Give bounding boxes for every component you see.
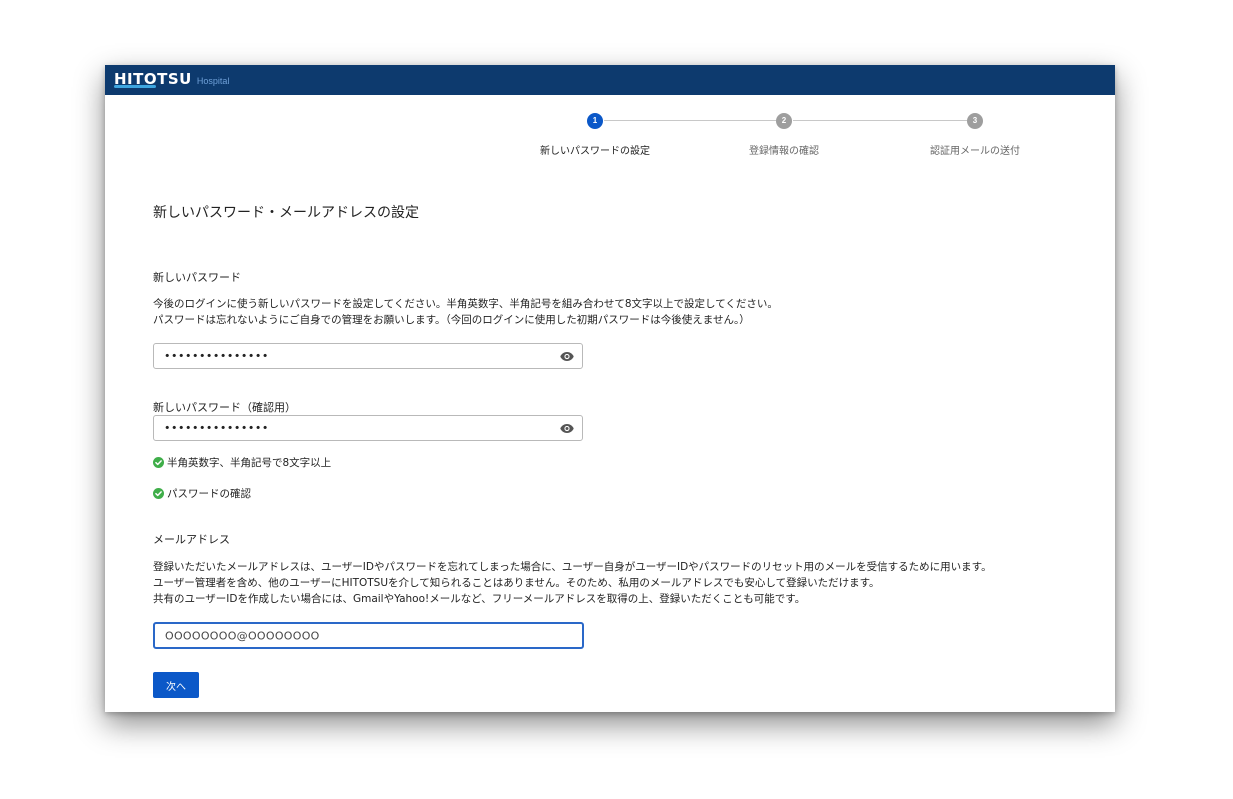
validation-length-rule: 半角英数字、半角記号で8文字以上 — [153, 455, 331, 470]
new-password-input[interactable]: ••••••••••••••• — [153, 343, 583, 369]
email-input[interactable]: OOOOOOOO@OOOOOOOO — [153, 622, 584, 649]
confirm-password-value: ••••••••••••••• — [164, 421, 269, 435]
new-password-value: ••••••••••••••• — [164, 349, 269, 363]
eye-icon[interactable] — [560, 419, 574, 438]
password-label: 新しいパスワード — [153, 271, 241, 284]
email-help-line-3: 共有のユーザーIDを作成したい場合には、GmailやYahoo!メールなど、フリ… — [153, 593, 806, 605]
validation-length-text: 半角英数字、半角記号で8文字以上 — [167, 457, 332, 469]
step-connector — [793, 120, 967, 121]
top-header: HITOTSU Hospital — [105, 65, 1115, 95]
step-2-indicator: 2 — [776, 113, 792, 129]
check-circle-icon — [153, 488, 164, 499]
email-help-line-2: ユーザー管理者を含め、他のユーザーにHITOTSUを介して知られることはありませ… — [153, 577, 880, 589]
password-help-line-1: 今後のログインに使う新しいパスワードを設定してください。半角英数字、半角記号を組… — [153, 298, 778, 310]
brand-subtitle: Hospital — [196, 76, 230, 86]
password-confirm-label: 新しいパスワード（確認用） — [153, 401, 296, 414]
logo-swoosh — [114, 85, 156, 88]
check-circle-icon — [153, 457, 164, 468]
confirm-password-input[interactable]: ••••••••••••••• — [153, 415, 583, 441]
step-3-indicator: 3 — [967, 113, 983, 129]
next-button[interactable]: 次へ — [153, 672, 199, 698]
progress-stepper: 1 2 3 新しいパスワードの設定 登録情報の確認 認証用メールの送付 — [105, 112, 1115, 162]
app-window: HITOTSU Hospital 1 2 3 新しいパスワードの設定 登録情報の… — [105, 65, 1115, 712]
validation-match-text: パスワードの確認 — [167, 488, 251, 500]
email-value: OOOOOOOO@OOOOOOOO — [165, 629, 320, 642]
page-title: 新しいパスワード・メールアドレスの設定 — [153, 205, 419, 221]
step-2-label: 登録情報の確認 — [749, 146, 819, 157]
step-1-label: 新しいパスワードの設定 — [540, 146, 650, 157]
step-connector — [604, 120, 776, 121]
step-1-indicator: 1 — [587, 113, 603, 129]
step-3-label: 認証用メールの送付 — [930, 146, 1020, 157]
email-label: メールアドレス — [153, 533, 230, 546]
email-help-line-1: 登録いただいたメールアドレスは、ユーザーIDやパスワードを忘れてしまった場合に、… — [153, 561, 992, 573]
validation-match-rule: パスワードの確認 — [153, 486, 251, 501]
eye-icon[interactable] — [560, 347, 574, 366]
password-help-line-2: パスワードは忘れないようにご自身での管理をお願いします。（今回のログインに使用し… — [153, 314, 750, 326]
